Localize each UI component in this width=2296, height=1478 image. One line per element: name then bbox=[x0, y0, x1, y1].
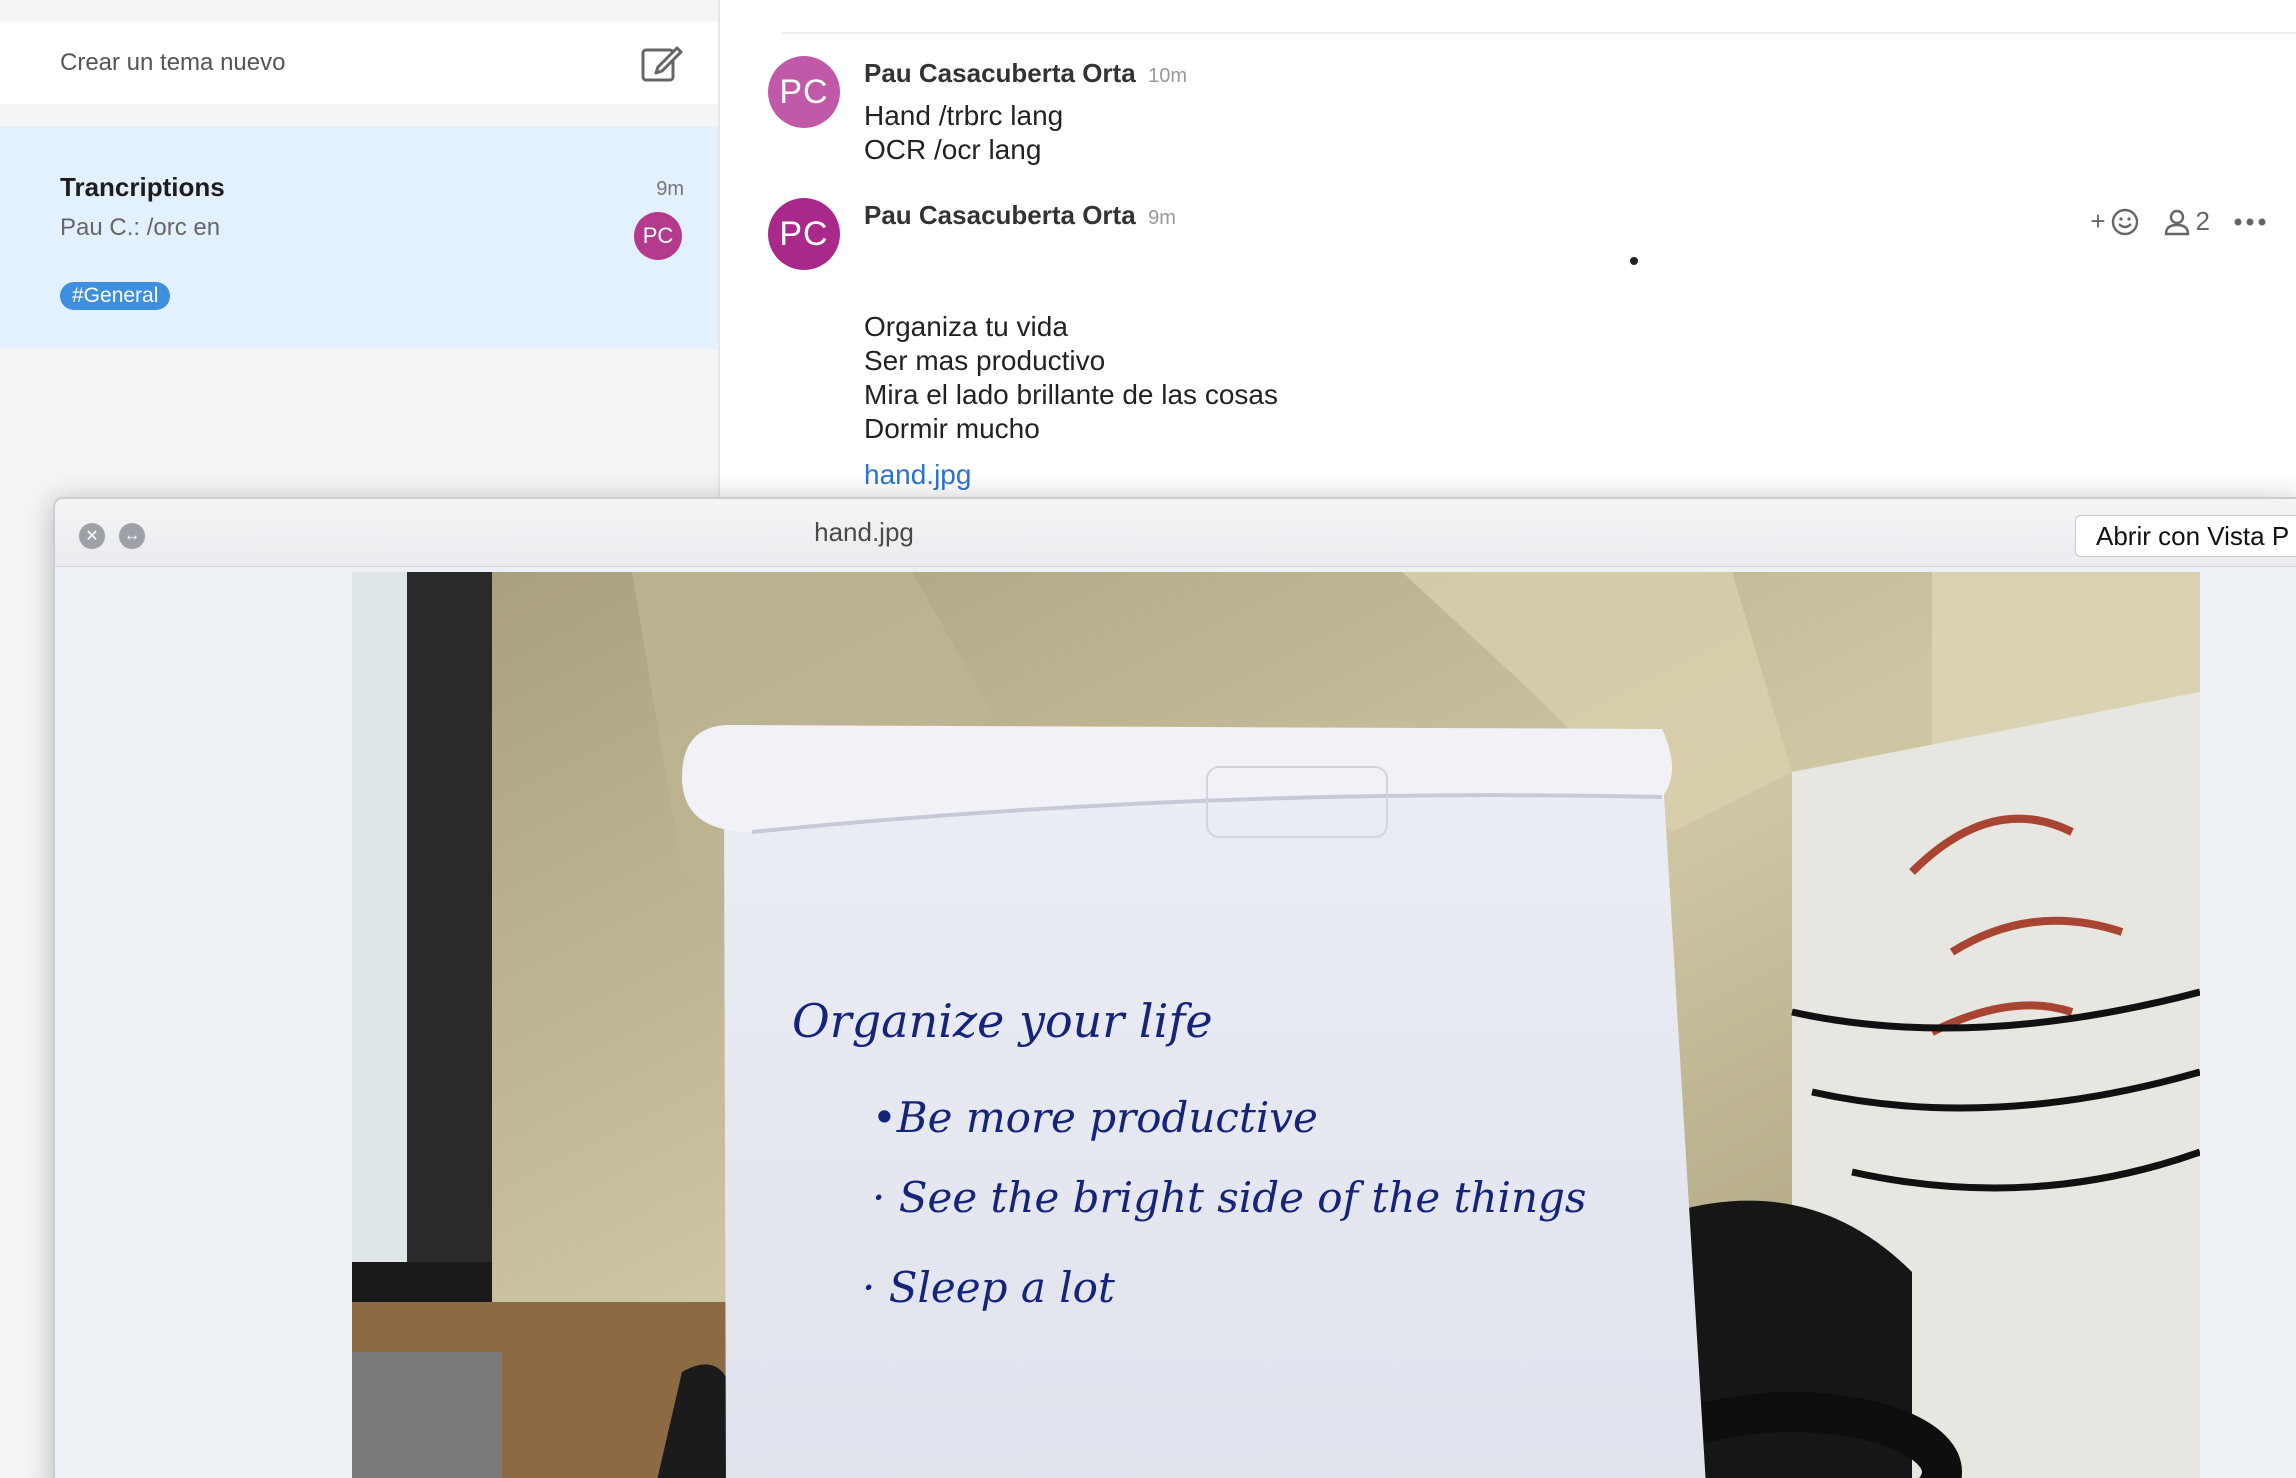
message: PC Pau Casacuberta Orta 9m + 2 Organiza … bbox=[768, 198, 2268, 498]
quicklook-titlebar[interactable]: ✕ ↔ hand.jpg Abrir con Vista P bbox=[55, 499, 2296, 567]
message: PC Pau Casacuberta Orta 10m Hand /trbrc … bbox=[768, 56, 2268, 176]
message-line: Ser mas productivo bbox=[864, 345, 1106, 376]
message-line: Mira el lado brillante de las cosas bbox=[864, 379, 1278, 410]
author-name[interactable]: Pau Casacuberta Orta bbox=[864, 58, 1136, 88]
thread-item-trancriptions[interactable]: Trancriptions 9m Pau C.: /orc en PC #Gen… bbox=[0, 126, 718, 349]
message-header: Pau Casacuberta Orta 9m bbox=[864, 200, 1176, 231]
message-time: 10m bbox=[1148, 65, 1188, 87]
bullet-dot bbox=[1630, 257, 1638, 265]
add-reaction-button[interactable]: + bbox=[2090, 206, 2139, 237]
avatar[interactable]: PC bbox=[768, 198, 840, 270]
person-icon bbox=[2164, 209, 2189, 235]
divider bbox=[782, 32, 2296, 34]
message-header: Pau Casacuberta Orta 10m bbox=[864, 58, 1187, 89]
attachment-link[interactable]: hand.jpg bbox=[864, 459, 971, 491]
message-time: 9m bbox=[1148, 207, 1176, 229]
more-button[interactable] bbox=[2232, 207, 2268, 237]
message-line: Dormir mucho bbox=[864, 413, 1040, 444]
photo-preview: Organize your life •Be more productive ·… bbox=[352, 572, 2200, 1478]
more-icon bbox=[2234, 218, 2266, 225]
avatar[interactable]: PC bbox=[768, 56, 840, 128]
note-line-1: Organize your life bbox=[792, 994, 1213, 1048]
thread-preview: Pau C.: /orc en bbox=[60, 214, 221, 241]
note-line-2: •Be more productive bbox=[872, 1093, 1318, 1142]
new-topic-label: Crear un tema nuevo bbox=[60, 49, 286, 76]
participants-button[interactable]: 2 bbox=[2162, 206, 2210, 237]
participants-count: 2 bbox=[2195, 206, 2210, 236]
message-line: Hand /trbrc lang bbox=[864, 100, 1064, 131]
message-line: OCR /ocr lang bbox=[864, 134, 1042, 165]
channel-tag[interactable]: #General bbox=[60, 282, 171, 310]
message-line: Organiza tu vida bbox=[864, 311, 1068, 342]
add-reaction-icon bbox=[2111, 208, 2138, 235]
compose-icon[interactable] bbox=[640, 42, 684, 84]
window-title: hand.jpg bbox=[814, 517, 914, 547]
note-line-3: · See the bright side of the things bbox=[872, 1173, 1586, 1222]
thread-title: Trancriptions bbox=[60, 172, 225, 202]
author-name[interactable]: Pau Casacuberta Orta bbox=[864, 200, 1136, 230]
new-topic-button[interactable]: Crear un tema nuevo bbox=[0, 22, 718, 104]
open-with-preview-button[interactable]: Abrir con Vista P bbox=[2075, 515, 2296, 557]
thread-time: 9m bbox=[656, 178, 684, 200]
avatar[interactable]: PC bbox=[634, 212, 682, 260]
message-actions: + 2 bbox=[2090, 206, 2268, 237]
add-reaction-label: + bbox=[2090, 206, 2106, 236]
quicklook-window: ✕ ↔ hand.jpg Abrir con Vista P Organize … bbox=[53, 497, 2296, 1478]
note-line-4: · Sleep a lot bbox=[862, 1263, 1115, 1312]
